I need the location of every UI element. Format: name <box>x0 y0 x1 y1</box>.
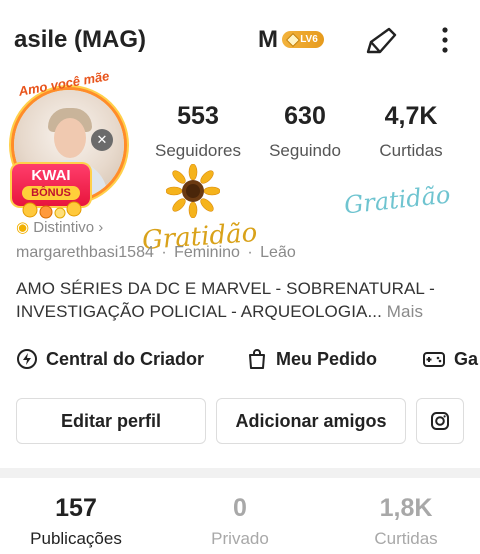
close-icon[interactable]: ✕ <box>91 129 113 151</box>
level-badge[interactable]: LV6 <box>282 31 324 48</box>
stat-following[interactable]: 630 Seguindo <box>258 102 352 161</box>
tab-private-count: 0 <box>233 494 247 522</box>
gender: Feminino <box>174 244 240 261</box>
stat-likes-value: 4,7K <box>384 102 438 130</box>
stat-likes[interactable]: 4,7K Curtidas <box>364 102 458 161</box>
meta-separator: · <box>161 244 167 261</box>
avatar-face <box>54 118 86 158</box>
username: margarethbasi1584 <box>16 244 154 261</box>
section-divider <box>0 468 480 478</box>
tab-private[interactable]: 0 Privado <box>190 494 290 549</box>
sunflower-sticker-icon <box>166 164 220 218</box>
my-orders-link[interactable]: Meu Pedido <box>246 348 377 370</box>
share-icon[interactable] <box>362 24 400 56</box>
profile-name-suffix: M <box>258 26 278 53</box>
stat-following-label: Seguindo <box>269 141 341 160</box>
tab-likes-label: Curtidas <box>374 529 438 548</box>
instagram-button[interactable] <box>416 398 464 444</box>
profile-meta: margarethbasi1584 · Feminino · Leão <box>16 244 296 262</box>
badge-icon: ◉ <box>16 219 30 236</box>
bio-more-link[interactable]: Mais <box>387 302 423 321</box>
games-label: Ga <box>454 348 479 369</box>
tab-likes-count: 1,8K <box>379 494 433 522</box>
level-diamond-icon <box>286 32 301 47</box>
tab-publications[interactable]: 157 Publicações <box>14 494 138 549</box>
zodiac-sign: Leão <box>260 244 296 261</box>
more-vertical-icon[interactable] <box>434 24 456 56</box>
stat-following-value: 630 <box>284 102 326 130</box>
creator-center-label: Central do Criador <box>46 348 205 369</box>
shopping-bag-icon <box>249 349 265 369</box>
profile-name: asile (MAG) <box>14 26 147 53</box>
tab-private-label: Privado <box>211 529 269 548</box>
tab-publications-label: Publicações <box>30 529 122 548</box>
kwai-badge-title: KWAI <box>31 167 71 184</box>
tab-publications-count: 157 <box>55 494 97 522</box>
edit-profile-button[interactable]: Editar perfil <box>16 398 206 444</box>
level-badge-label: LV6 <box>300 34 318 45</box>
stat-followers[interactable]: 553 Seguidores <box>148 102 248 161</box>
stat-followers-value: 553 <box>177 102 219 130</box>
bio: AMO SÉRIES DA DC E MARVEL - SOBRENATURAL… <box>16 277 466 323</box>
tab-likes[interactable]: 1,8K Curtidas <box>356 494 456 549</box>
gratidao-teal-sticker: Gratidão <box>342 180 452 220</box>
creator-center-link[interactable]: Central do Criador <box>16 348 204 370</box>
add-friends-button[interactable]: Adicionar amigos <box>216 398 406 444</box>
stat-likes-label: Curtidas <box>379 141 443 160</box>
coins-icon <box>22 201 82 219</box>
meta-separator: · <box>247 244 253 261</box>
bio-text: AMO SÉRIES DA DC E MARVEL - SOBRENATURAL… <box>16 279 435 321</box>
instagram-icon <box>431 412 449 430</box>
gamepad-icon <box>423 352 445 367</box>
lightning-icon <box>17 349 37 369</box>
distintivo-label: Distintivo › <box>33 219 104 236</box>
stat-followers-label: Seguidores <box>154 141 241 160</box>
my-orders-label: Meu Pedido <box>276 348 378 369</box>
games-link[interactable]: Ga <box>422 348 478 370</box>
distintivo-link[interactable]: ◉ Distintivo › <box>16 218 103 236</box>
